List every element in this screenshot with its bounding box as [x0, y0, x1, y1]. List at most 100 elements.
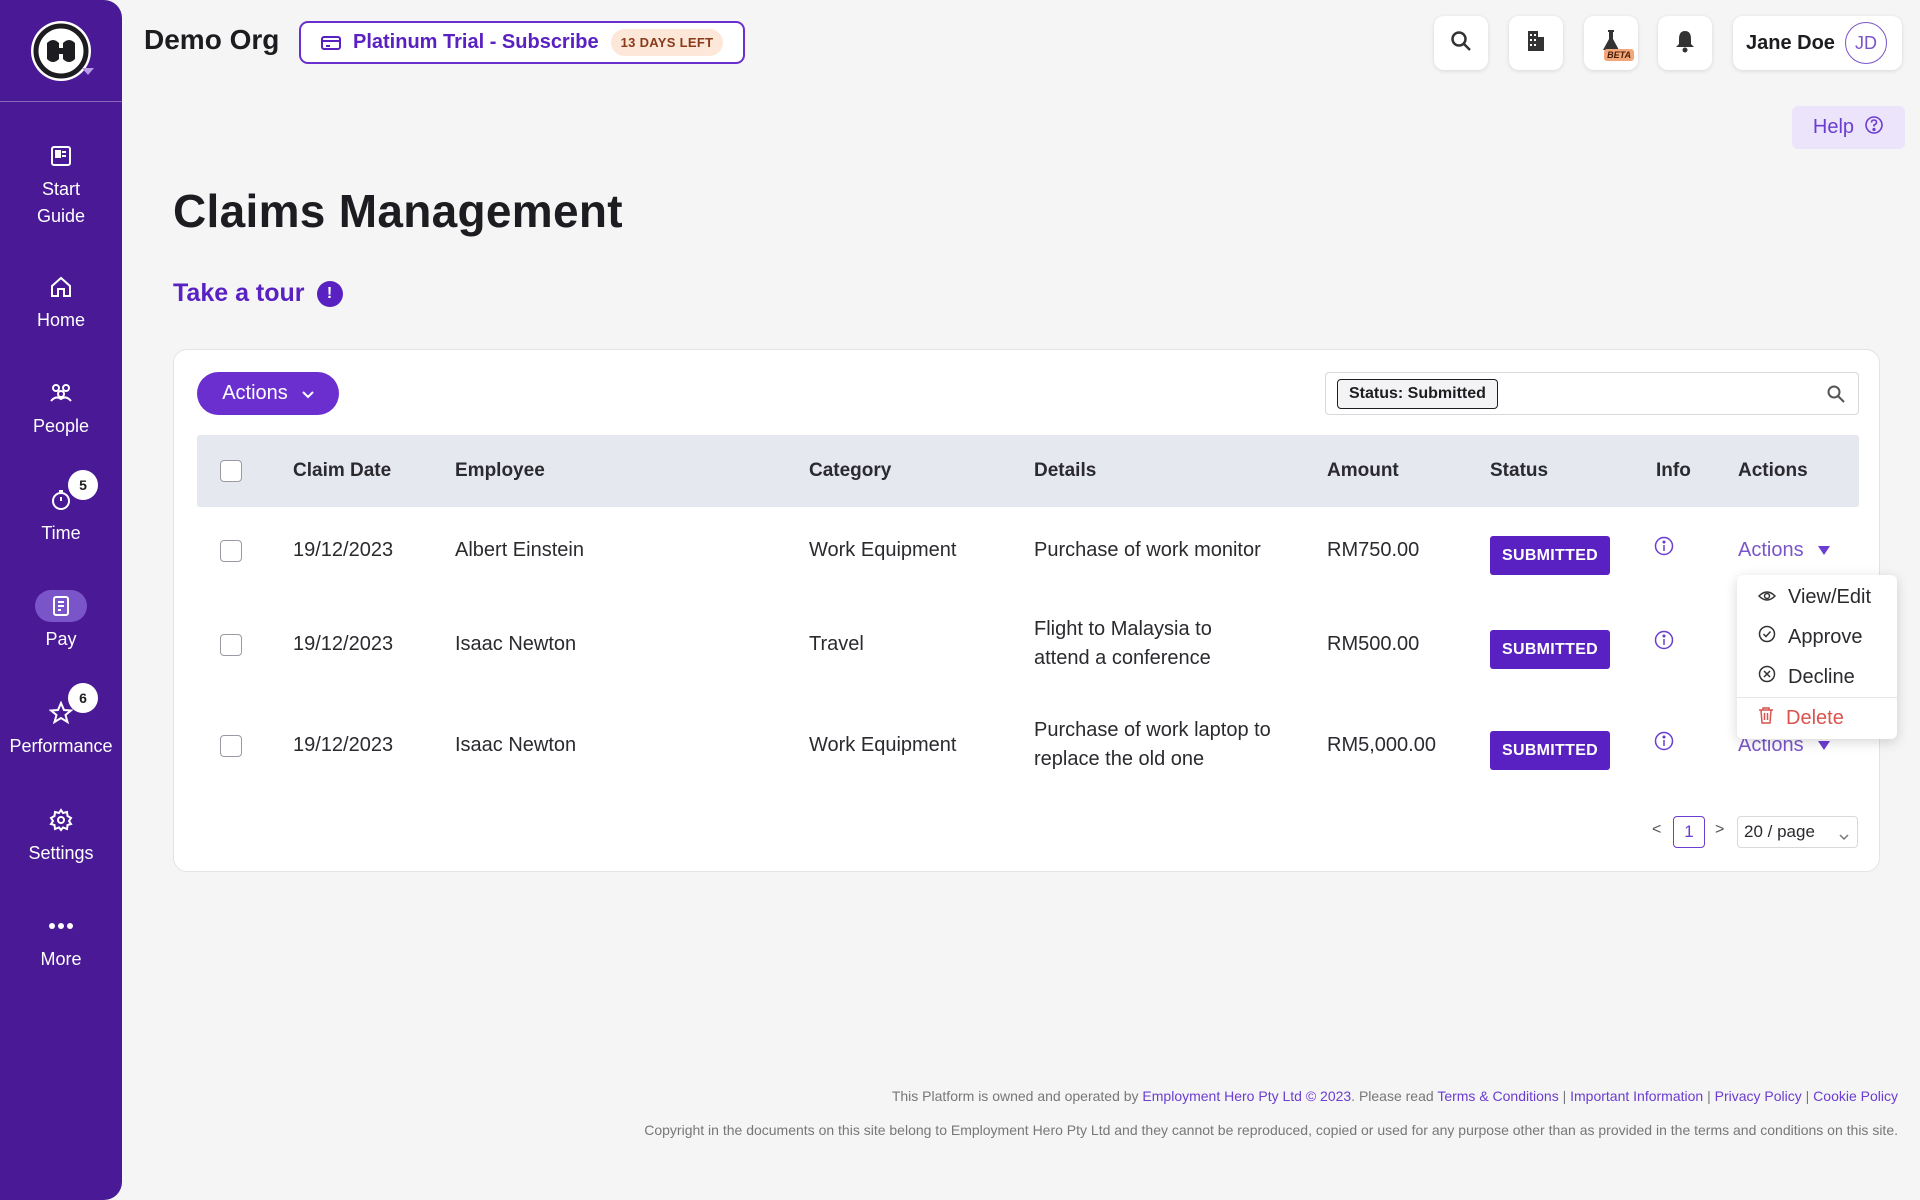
info-icon[interactable]	[1654, 630, 1674, 650]
sidebar-item-start-guide[interactable]: Start Guide	[0, 140, 122, 230]
row-actions-dropdown[interactable]: Actions	[1738, 536, 1830, 565]
row-checkbox[interactable]	[220, 634, 242, 656]
menu-item-approve[interactable]: Approve	[1737, 617, 1897, 657]
header-status: Status	[1490, 460, 1549, 481]
header-details: Details	[1034, 460, 1097, 481]
sidebar-item-people[interactable]: People	[0, 377, 122, 440]
chevron-down-icon	[302, 382, 314, 405]
sidebar-item-label: Start Guide	[36, 179, 86, 226]
logo-caret-icon	[82, 68, 94, 75]
sidebar-item-performance[interactable]: 6 Performance	[0, 683, 122, 760]
menu-item-delete[interactable]: Delete	[1737, 698, 1897, 738]
trial-days-badge: 13 DAYS LEFT	[610, 29, 724, 56]
sidebar-item-label: Performance	[9, 736, 113, 756]
important-info-link[interactable]: Important Information	[1570, 1088, 1703, 1104]
details: Purchase of work monitor	[1034, 539, 1261, 561]
sidebar-item-settings[interactable]: Settings	[0, 804, 122, 867]
sidebar-item-more[interactable]: More	[0, 910, 122, 973]
status-cell: SUBMITTED	[1490, 731, 1611, 770]
help-button[interactable]: Help	[1792, 106, 1905, 149]
details-line-2: attend a conference	[1034, 647, 1211, 669]
company-link[interactable]: Employment Hero Pty Ltd © 2023	[1142, 1088, 1351, 1104]
row-actions-label: Actions	[1738, 539, 1804, 561]
claim-date: 19/12/2023	[293, 633, 394, 655]
select-all-checkbox-cell[interactable]	[220, 435, 242, 507]
privacy-policy-link[interactable]: Privacy Policy	[1715, 1088, 1802, 1104]
take-a-tour-link[interactable]: Take a tour !	[173, 279, 343, 308]
details-line-2: replace the old one	[1034, 748, 1205, 770]
menu-item-label: View/Edit	[1788, 585, 1872, 608]
menu-item-label: Delete	[1786, 706, 1844, 729]
sidebar-item-pay[interactable]: Pay	[0, 590, 122, 653]
header-amount: Amount	[1327, 460, 1399, 481]
bulk-actions-label: Actions	[222, 382, 288, 404]
tour-label: Take a tour	[173, 279, 305, 307]
user-menu-button[interactable]: Jane Doe JD	[1733, 16, 1902, 70]
trial-subscribe-button[interactable]: Platinum Trial - Subscribe 13 DAYS LEFT	[299, 21, 745, 64]
sidebar-item-label: Time	[41, 523, 81, 543]
sidebar-item-time[interactable]: 5 Time	[0, 470, 122, 547]
avatar: JD	[1844, 22, 1887, 64]
footer-separator: |	[1801, 1088, 1814, 1104]
logo-area[interactable]	[0, 0, 122, 102]
trash-icon	[1758, 706, 1774, 730]
time-badge: 5	[68, 470, 98, 500]
info-icon[interactable]	[1654, 731, 1674, 751]
organisation-button[interactable]	[1509, 16, 1563, 70]
employee-name: Isaac Newton	[455, 633, 577, 655]
claim-date: 19/12/2023	[293, 734, 394, 756]
row-checkbox[interactable]	[220, 735, 242, 757]
user-name: Jane Doe	[1746, 31, 1835, 54]
timer-icon: 5	[35, 470, 98, 516]
page-size-select[interactable]: 20 / page	[1737, 816, 1858, 848]
footer-copyright: Copyright in the documents on this site …	[644, 1122, 1898, 1138]
caret-down-icon	[1817, 741, 1830, 750]
search-button[interactable]	[1434, 16, 1488, 70]
status-cell: SUBMITTED	[1490, 630, 1611, 669]
amount: RM5,000.00	[1327, 734, 1436, 756]
terms-link[interactable]: Terms & Conditions	[1437, 1088, 1558, 1104]
people-icon	[35, 377, 87, 409]
status-cell: SUBMITTED	[1490, 536, 1611, 575]
book-icon	[35, 140, 87, 172]
status-filter-tag[interactable]: Status: Submitted	[1337, 378, 1498, 409]
table-header: Claim Date Employee Category Details Amo…	[197, 435, 1859, 507]
page-1-button[interactable]: 1	[1673, 816, 1705, 848]
row-checkbox[interactable]	[220, 540, 242, 562]
more-icon	[35, 910, 87, 942]
performance-badge: 6	[68, 683, 98, 713]
beta-labs-button[interactable]: BETA	[1584, 16, 1638, 70]
menu-item-view-edit[interactable]: View/Edit	[1737, 577, 1897, 617]
notifications-button[interactable]	[1658, 16, 1712, 70]
footer-text: . Please read	[1351, 1088, 1438, 1104]
info-icon[interactable]	[1654, 536, 1674, 556]
footer-separator: |	[1558, 1088, 1571, 1104]
details: Purchase of work laptop to replace the o…	[1034, 716, 1271, 774]
prev-page-button[interactable]: <	[1652, 821, 1661, 839]
org-name[interactable]: Demo Org	[144, 24, 279, 56]
trial-label: Platinum Trial - Subscribe	[353, 31, 599, 53]
caret-down-icon	[1817, 546, 1830, 555]
next-page-button[interactable]: >	[1715, 821, 1724, 839]
status-badge: SUBMITTED	[1490, 630, 1611, 669]
footer-separator: |	[1703, 1088, 1715, 1104]
sidebar-item-label: More	[40, 949, 82, 969]
sidebar-item-label: Settings	[28, 843, 94, 863]
search-icon[interactable]	[1826, 384, 1846, 404]
bulk-actions-button[interactable]: Actions	[197, 372, 339, 415]
sidebar-item-label: Home	[36, 310, 85, 330]
details: Flight to Malaysia to attend a conferenc…	[1034, 615, 1212, 673]
footer-line-1: This Platform is owned and operated by E…	[892, 1088, 1898, 1104]
claims-search-input[interactable]: Status: Submitted	[1325, 372, 1859, 415]
sidebar-item-home[interactable]: Home	[0, 271, 122, 334]
menu-item-decline[interactable]: Decline	[1737, 657, 1897, 697]
cookie-policy-link[interactable]: Cookie Policy	[1813, 1088, 1898, 1104]
details-line-1: Purchase of work laptop to	[1034, 719, 1271, 741]
select-all-checkbox[interactable]	[220, 460, 242, 482]
chevron-down-icon	[1839, 826, 1849, 846]
employee-name: Isaac Newton	[455, 734, 577, 756]
claim-date: 19/12/2023	[293, 539, 394, 561]
header-actions: Actions	[1738, 460, 1808, 481]
details-line-1: Flight to Malaysia to	[1034, 618, 1212, 640]
page-size-value: 20 / page	[1744, 822, 1815, 841]
